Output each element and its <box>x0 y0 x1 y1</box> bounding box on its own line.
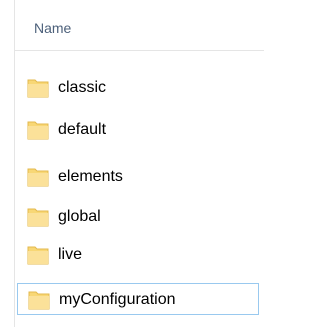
folder-icon <box>28 291 50 310</box>
list-item-label: default <box>58 121 107 138</box>
folder-icon <box>27 121 49 140</box>
folder-icon <box>27 246 49 265</box>
list-item-label: global <box>58 208 101 225</box>
list-item-label: classic <box>58 79 107 96</box>
list-item-label: elements <box>58 168 123 185</box>
list-item-elements[interactable]: elements <box>17 161 259 193</box>
list-item-live[interactable]: live <box>17 239 259 271</box>
folder-icon <box>27 79 49 98</box>
list-item-myconfiguration[interactable]: myConfiguration <box>17 283 259 315</box>
list-item-global[interactable]: global <box>17 201 259 233</box>
list-item-label: live <box>58 246 83 263</box>
list-item-classic[interactable]: classic <box>17 72 259 104</box>
list-item-label: myConfiguration <box>59 291 176 308</box>
folder-icon <box>27 168 49 187</box>
file-list: classic default elements global live myC… <box>0 0 264 327</box>
folder-icon <box>27 208 49 227</box>
list-item-default[interactable]: default <box>17 114 259 146</box>
